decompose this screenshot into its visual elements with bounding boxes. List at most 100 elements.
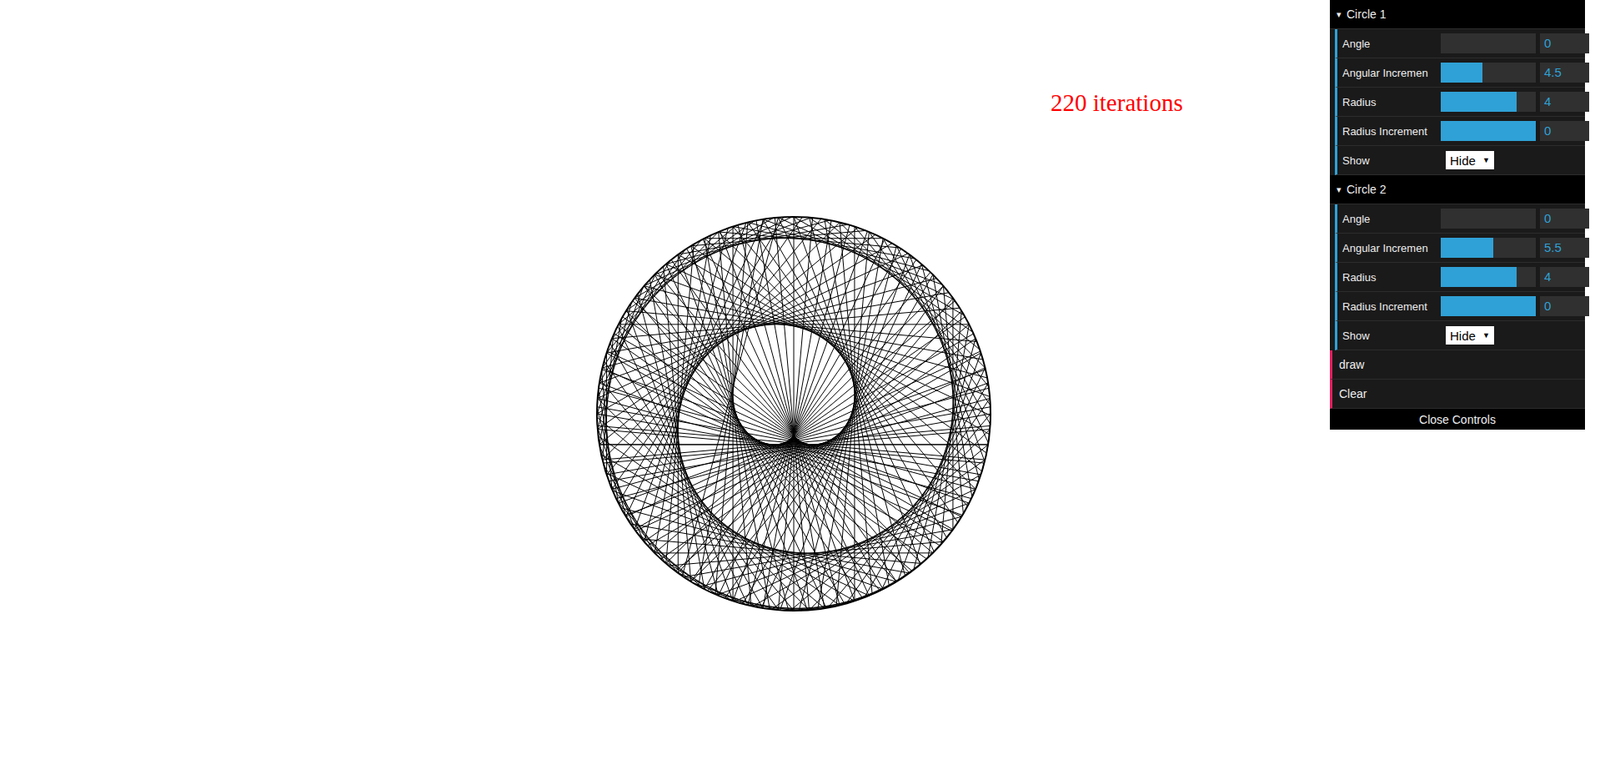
folder-header[interactable]: ▾ Circle 1	[1329, 0, 1585, 30]
pattern-line	[597, 397, 972, 498]
pattern-line	[777, 217, 813, 610]
slider[interactable]	[1440, 33, 1536, 54]
control-row: Angular Incremen4.5	[1334, 58, 1585, 88]
pattern-line	[677, 254, 989, 435]
pattern-line	[720, 230, 855, 601]
pattern-line	[691, 245, 789, 611]
pattern-line	[634, 222, 747, 530]
control-row: Show Hide ▼	[1334, 321, 1585, 351]
pattern-line	[626, 351, 981, 517]
pattern-line	[691, 310, 963, 582]
pattern-line	[606, 406, 991, 475]
number-field[interactable]: 5.5	[1539, 237, 1590, 258]
number-field[interactable]: 4.5	[1539, 62, 1590, 83]
control-label: Show	[1342, 154, 1437, 167]
control-row: Radius4	[1334, 262, 1585, 292]
control-label: Angular Incremen	[1342, 66, 1437, 80]
select-value: Hide	[1449, 328, 1476, 343]
folder-header[interactable]: ▾Circle 2	[1329, 175, 1585, 205]
slider[interactable]	[1440, 120, 1536, 141]
control-row: Radius4	[1334, 87, 1585, 117]
pattern-line	[644, 285, 863, 598]
control-row: Angle0	[1334, 29, 1585, 59]
pattern-line	[718, 239, 885, 596]
number-field[interactable]: 0	[1539, 120, 1590, 141]
control-row: Angle0	[1334, 204, 1585, 234]
pattern-line	[756, 220, 825, 608]
number-field[interactable]: 0	[1539, 208, 1590, 229]
control-row: Radius Increment0	[1334, 291, 1585, 322]
close-controls-button[interactable]: Close Controls	[1329, 408, 1585, 430]
pattern-canvas	[593, 213, 994, 614]
control-label: Angle	[1342, 212, 1437, 226]
pattern-line	[611, 338, 927, 559]
number-field[interactable]: 4	[1539, 266, 1590, 287]
control-label: Radius Increment	[1342, 125, 1437, 138]
slider-fill	[1440, 295, 1536, 316]
pattern-line	[704, 238, 770, 610]
pattern-line	[793, 216, 795, 611]
control-row: Show Hide▼	[1334, 145, 1585, 176]
number-field[interactable]: 0	[1539, 295, 1590, 316]
pattern-line	[618, 369, 986, 503]
slider[interactable]	[1440, 237, 1536, 258]
control-label: Radius	[1342, 95, 1437, 109]
pattern-line	[599, 382, 963, 515]
function-button[interactable]: Clear	[1329, 379, 1585, 409]
number-field[interactable]: 0	[1539, 33, 1590, 54]
slider-fill	[1440, 62, 1483, 83]
pattern-line	[682, 217, 778, 577]
control-row: Radius Increment0	[1334, 116, 1585, 146]
slider[interactable]	[1440, 91, 1536, 112]
pattern-line	[626, 310, 898, 582]
pattern-line	[718, 231, 752, 606]
slider-fill	[1440, 120, 1536, 141]
pattern-line	[782, 604, 841, 610]
pattern-line	[611, 387, 989, 489]
pattern-line	[671, 259, 897, 582]
pattern-line	[635, 367, 985, 531]
pattern-line	[677, 271, 931, 573]
control-row: Angular Incremen5.5	[1334, 233, 1585, 263]
slider-fill	[1440, 266, 1517, 287]
pattern-line	[606, 351, 962, 517]
folder-title: Circle 1	[1346, 7, 1386, 21]
iterations-label: 220 iterations	[1050, 88, 1184, 118]
show-select[interactable]: Hide ▼	[1445, 326, 1495, 345]
pattern-line	[599, 443, 989, 445]
collapse-arrow: ▾	[1336, 9, 1342, 21]
pattern-line	[819, 595, 870, 609]
pattern-line	[732, 226, 734, 602]
pattern-line	[715, 222, 748, 595]
dropdown-arrow: ▼	[1482, 331, 1490, 340]
control-label: Radius Increment	[1342, 300, 1437, 313]
pattern-line	[644, 316, 966, 542]
slider-fill	[1440, 237, 1494, 258]
pattern-line	[602, 367, 953, 531]
rim-circle	[596, 216, 991, 611]
slider[interactable]	[1440, 295, 1536, 316]
pattern-line	[698, 219, 763, 587]
slider[interactable]	[1440, 62, 1536, 83]
function-button[interactable]: draw	[1329, 350, 1585, 380]
pattern-line	[618, 324, 913, 572]
pattern-line	[732, 230, 868, 601]
control-label: Show	[1342, 329, 1437, 342]
pattern-line	[762, 220, 832, 608]
controls-panel: ▾Circle 1Angle0Angular Incremen4.5Radius…	[1329, 0, 1585, 430]
pattern-line	[666, 285, 944, 564]
stage: 220 iterations▾Circle 1Angle0Angular Inc…	[0, 0, 1600, 765]
pattern-line	[774, 217, 809, 610]
pattern-line	[599, 443, 989, 445]
slider[interactable]	[1440, 208, 1536, 229]
number-field[interactable]: 4	[1539, 91, 1590, 112]
show-select[interactable]: Hide▼	[1445, 150, 1495, 170]
dropdown-arrow: ▼	[1482, 155, 1490, 165]
slider[interactable]	[1440, 266, 1536, 287]
pattern-line	[597, 429, 985, 464]
slider-fill	[1440, 91, 1517, 112]
control-label: Angular Incremen	[1342, 241, 1437, 255]
pattern-line	[596, 413, 979, 482]
pattern-line	[644, 285, 923, 564]
pattern-line	[836, 231, 869, 606]
